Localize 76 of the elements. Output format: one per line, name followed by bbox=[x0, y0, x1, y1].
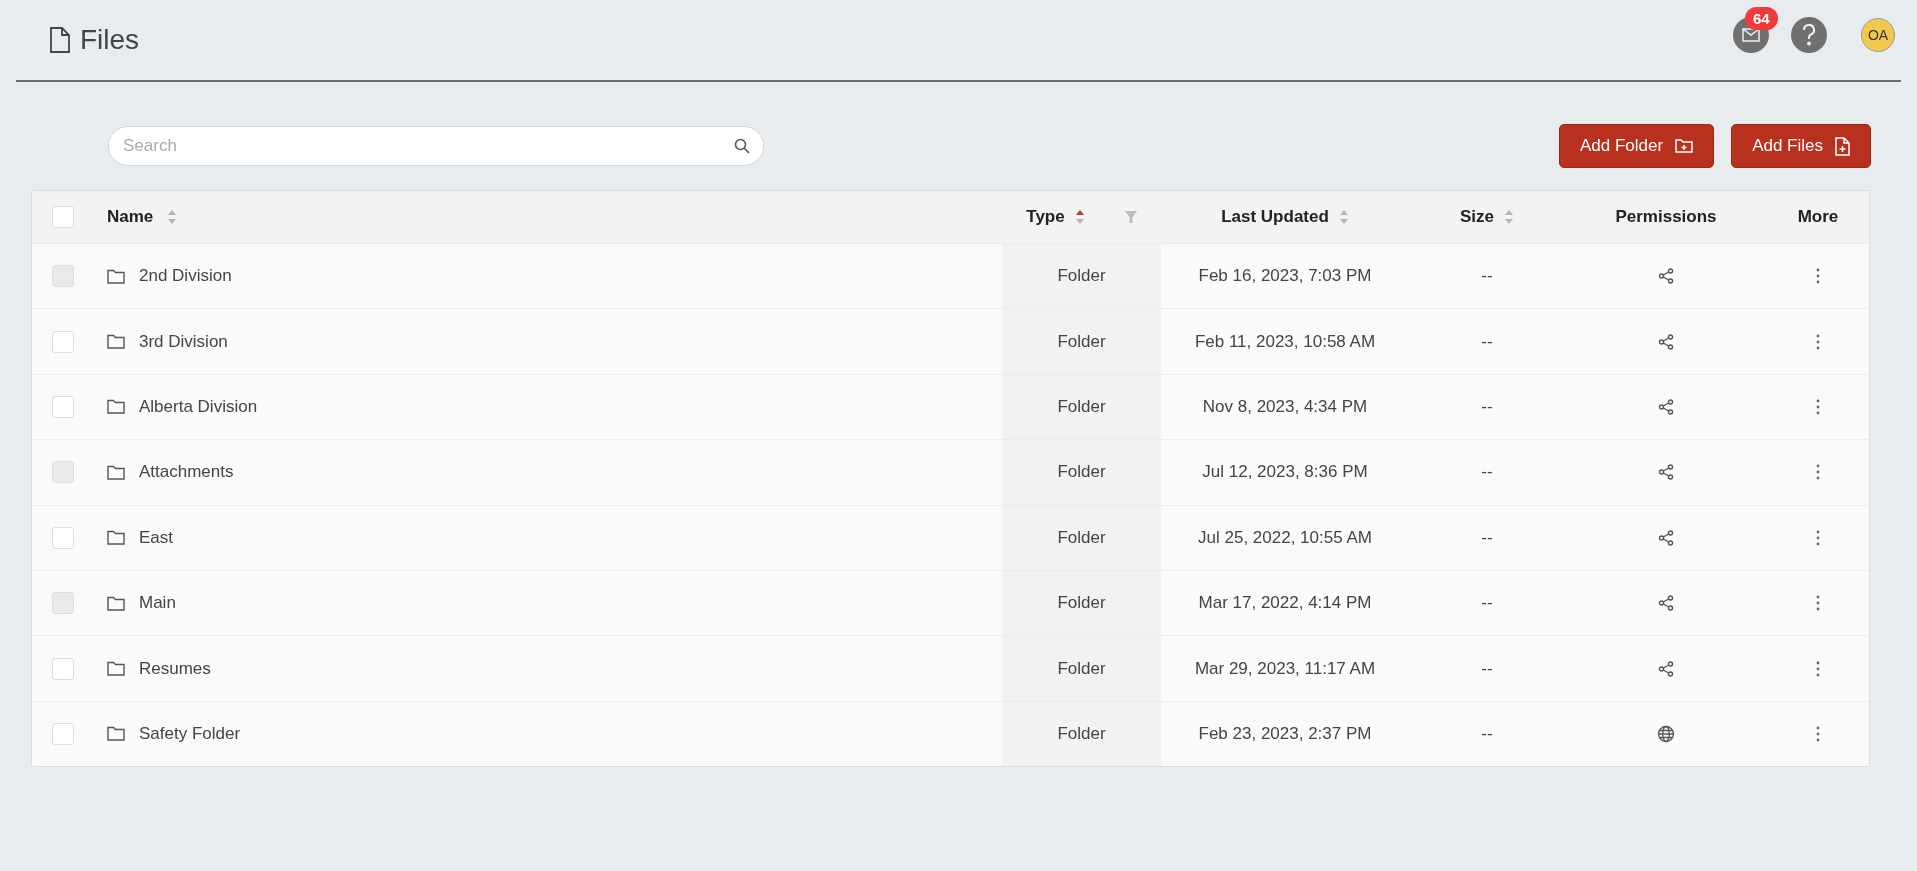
size-cell: -- bbox=[1481, 658, 1493, 679]
search-icon bbox=[734, 138, 750, 154]
type-cell: Folder bbox=[1057, 723, 1106, 744]
date-cell: Feb 11, 2023, 10:58 AM bbox=[1194, 331, 1376, 352]
document-icon bbox=[50, 27, 70, 53]
folder-icon bbox=[107, 726, 125, 742]
share-icon[interactable] bbox=[1658, 660, 1674, 677]
date-cell: Mar 17, 2022, 4:14 PM bbox=[1198, 593, 1372, 614]
date-cell: Feb 16, 2023, 7:03 PM bbox=[1198, 266, 1372, 287]
folder-icon bbox=[107, 661, 125, 677]
folder-icon bbox=[107, 464, 125, 480]
size-cell: -- bbox=[1481, 266, 1493, 287]
type-cell: Folder bbox=[1057, 266, 1106, 287]
help-button[interactable] bbox=[1791, 17, 1827, 53]
column-header[interactable]: Last Updated bbox=[1221, 207, 1329, 227]
type-cell: Folder bbox=[1057, 331, 1106, 352]
mail-icon bbox=[1742, 28, 1760, 42]
share-icon[interactable] bbox=[1658, 398, 1674, 415]
user-avatar[interactable]: OA bbox=[1861, 18, 1895, 52]
date-cell: Jul 25, 2022, 10:55 AM bbox=[1198, 527, 1372, 548]
type-cell: Folder bbox=[1057, 462, 1106, 483]
type-cell: Folder bbox=[1057, 396, 1106, 417]
size-cell: -- bbox=[1481, 396, 1493, 417]
column-header[interactable]: Type bbox=[1026, 207, 1065, 227]
folder-icon bbox=[107, 530, 125, 546]
globe-icon[interactable] bbox=[1657, 724, 1675, 743]
folder-icon bbox=[107, 268, 125, 284]
search-field[interactable]: Search bbox=[108, 126, 764, 166]
date-cell: Mar 29, 2023, 11:17 AM bbox=[1194, 658, 1376, 679]
more-icon[interactable] bbox=[1816, 398, 1820, 415]
notification-badge: 64 bbox=[1745, 7, 1778, 30]
folder-name[interactable]: Safety Folder bbox=[139, 723, 241, 744]
size-cell: -- bbox=[1481, 527, 1493, 548]
type-cell: Folder bbox=[1057, 593, 1106, 614]
column-header[interactable]: Permissions bbox=[1615, 207, 1717, 227]
type-cell: Folder bbox=[1057, 527, 1106, 548]
folder-name[interactable]: East bbox=[139, 527, 174, 548]
column-header[interactable]: Name bbox=[107, 207, 154, 227]
row-checkbox[interactable] bbox=[52, 657, 74, 680]
folder-name[interactable]: Alberta Division bbox=[139, 396, 258, 417]
folder-icon bbox=[107, 334, 125, 350]
folder-plus-icon bbox=[1675, 138, 1694, 154]
date-cell: Feb 23, 2023, 2:37 PM bbox=[1198, 723, 1372, 744]
add-folder-button[interactable]: Add Folder bbox=[1558, 124, 1715, 168]
column-header[interactable]: More bbox=[1797, 207, 1839, 227]
more-icon[interactable] bbox=[1816, 333, 1820, 350]
date-cell: Nov 8, 2023, 4:34 PM bbox=[1202, 396, 1368, 417]
row-checkbox[interactable] bbox=[52, 722, 74, 745]
more-icon[interactable] bbox=[1816, 595, 1820, 612]
type-cell: Folder bbox=[1057, 658, 1106, 679]
share-icon[interactable] bbox=[1658, 333, 1674, 350]
file-plus-icon bbox=[1835, 136, 1850, 156]
folder-icon bbox=[107, 399, 125, 415]
more-icon[interactable] bbox=[1816, 725, 1820, 742]
add-files-button[interactable]: Add Files bbox=[1731, 124, 1871, 168]
folder-name[interactable]: Resumes bbox=[139, 658, 211, 679]
select-all-checkbox[interactable] bbox=[52, 206, 74, 228]
size-cell: -- bbox=[1481, 593, 1493, 614]
more-icon[interactable] bbox=[1816, 464, 1820, 481]
share-icon[interactable] bbox=[1658, 529, 1674, 546]
row-checkbox[interactable] bbox=[52, 330, 74, 353]
folder-icon bbox=[107, 595, 125, 611]
sort-icon[interactable] bbox=[1074, 209, 1085, 225]
help-icon bbox=[1802, 24, 1816, 46]
more-icon[interactable] bbox=[1816, 660, 1820, 677]
more-icon[interactable] bbox=[1816, 268, 1820, 285]
date-cell: Jul 12, 2023, 8:36 PM bbox=[1202, 462, 1368, 483]
column-header[interactable]: Size bbox=[1460, 207, 1494, 227]
size-cell: -- bbox=[1481, 462, 1493, 483]
row-checkbox[interactable] bbox=[52, 395, 74, 418]
size-cell: -- bbox=[1481, 331, 1493, 352]
more-icon[interactable] bbox=[1816, 529, 1820, 546]
size-cell: -- bbox=[1481, 723, 1493, 744]
folder-name[interactable]: 3rd Division bbox=[139, 331, 228, 352]
page-title: Files bbox=[80, 24, 140, 56]
row-checkbox[interactable] bbox=[52, 526, 74, 549]
